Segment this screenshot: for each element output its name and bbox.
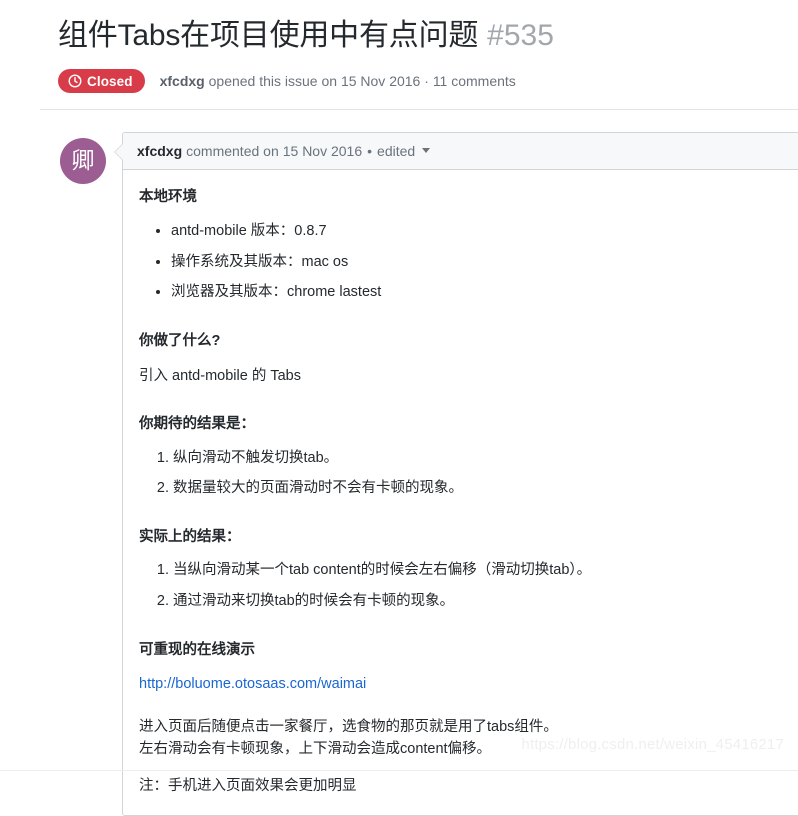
comment-action: commented on [186,143,279,160]
issue-meta-text: xfcdxg opened this issue on 15 Nov 2016 … [160,72,516,92]
chevron-down-icon[interactable] [422,147,431,153]
demo-link[interactable]: http://boluome.otosaas.com/waimai [139,676,366,692]
comment-separator: • [367,143,373,160]
issue-author-link[interactable]: xfcdxg [160,73,205,89]
header-divider [40,109,798,111]
comment-edited-label[interactable]: edited [377,143,415,159]
section-heading-what-you-did: 你做了什么? [139,333,221,350]
avatar[interactable]: 卿 [60,138,106,185]
list-item: 操作系统及其版本：mac os [171,252,798,274]
section-heading-expected: 你期待的结果是： [139,416,255,433]
comment-area: 卿 xfcdxg commented on 15 Nov 2016 • edit… [0,132,798,816]
comment-author-link[interactable]: xfcdxg [137,143,182,159]
comment-box: xfcdxg commented on 15 Nov 2016 • edited… [114,132,798,816]
list-item: antd-mobile 版本：0.8.7 [171,221,798,243]
actual-results-list: 当纵向滑动某一个tab content的时候会左右偏移（滑动切换tab）。 通过… [139,560,798,613]
section-heading-actual: 实际上的结果： [139,529,241,546]
avatar-initial: 卿 [71,147,95,174]
issue-closed-icon [68,74,82,88]
issue-number: #535 [487,19,554,52]
issue-meta-separator: · [424,72,429,89]
status-badge-label: Closed [87,73,133,89]
demo-description-line-2: 左右滑动会有卡顿现象，上下滑动会造成content偏移。 [139,741,492,758]
issue-meta-row: Closed xfcdxg opened this issue on 15 No… [58,69,758,109]
section-heading-environment: 本地环境 [139,189,197,206]
issue-title-text: 组件Tabs在项目使用中有点问题 [58,19,479,52]
issue-header: 组件Tabs在项目使用中有点问题 #535 Closed xfcdxg opene… [0,0,798,109]
comment-body: 本地环境 antd-mobile 版本：0.8.7 操作系统及其版本：mac o… [123,170,798,815]
expected-results-list: 纵向滑动不触发切换tab。 数据量较大的页面滑动时不会有卡顿的现象。 [139,448,798,501]
issue-meta-action: opened this issue on [208,72,338,89]
list-item: 纵向滑动不触发切换tab。 [173,448,798,470]
comment-date[interactable]: 15 Nov 2016 [283,143,362,159]
demo-description-line-1: 进入页面后随便点击一家餐厅，选食物的那页就是用了tabs组件。 [139,718,558,735]
section-heading-demo: 可重现的在线演示 [139,641,255,658]
page-title: 组件Tabs在项目使用中有点问题 #535 [58,14,758,55]
demo-link-paragraph: http://boluome.otosaas.com/waimai [139,673,798,695]
list-item: 通过滑动来切换tab的时候会有卡顿的现象。 [173,591,798,613]
issue-meta-date: 15 Nov 2016 [340,72,421,89]
status-badge: Closed [58,69,145,94]
list-item: 当纵向滑动某一个tab content的时候会左右偏移（滑动切换tab）。 [173,560,798,582]
list-item: 数据量较大的页面滑动时不会有卡顿的现象。 [173,478,798,500]
environment-list: antd-mobile 版本：0.8.7 操作系统及其版本：mac os 浏览器… [139,221,798,304]
issue-comment-count: 11 comments [432,72,516,89]
note-text: 注：手机进入页面效果会更加明显 [139,777,357,794]
list-item: 浏览器及其版本：chrome lastest [171,282,798,304]
what-you-did-text: 引入 antd-mobile 的 Tabs [139,367,301,384]
comment-header: xfcdxg commented on 15 Nov 2016 • edited [123,133,798,171]
